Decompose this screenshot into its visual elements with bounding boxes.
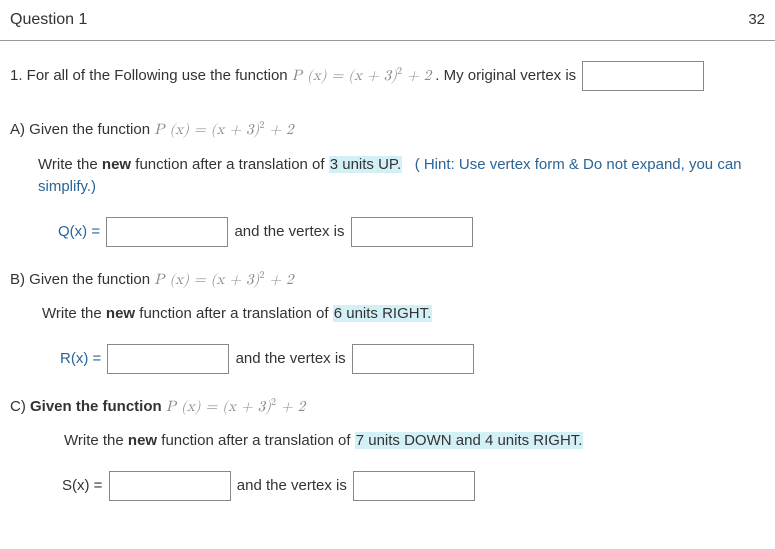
part-c-write-bold: new: [128, 432, 157, 449]
r-prefix: R(x) =: [60, 349, 105, 366]
part-a-write-prefix: Write the: [38, 156, 102, 173]
part-c-vertex-input[interactable]: [353, 471, 475, 501]
intro-suffix: . My original vertex is: [435, 67, 580, 84]
part-c-write-suffix: function after a translation of: [157, 432, 355, 449]
part-b-lead-text: B) Given the function: [10, 271, 154, 288]
part-b-write-prefix: Write the: [42, 305, 106, 322]
part-a-answer-row: Q(x) = and the vertex is: [10, 217, 765, 247]
part-a-write-suffix: function after a translation of: [131, 156, 329, 173]
part-b-instruction: Write the new function after a translati…: [10, 303, 765, 326]
part-b-vertex-label: and the vertex is: [236, 349, 350, 366]
part-c: C) Given the function P (x) = (x + 3)2 +…: [10, 396, 765, 501]
question-content: 1. For all of the Following use the func…: [0, 41, 775, 533]
intro-row: 1. For all of the Following use the func…: [10, 61, 765, 91]
part-c-vertex-label: and the vertex is: [237, 476, 351, 493]
part-a-lead: A) Given the function P (x) = (x + 3)2 +…: [10, 119, 765, 142]
part-b-write-bold: new: [106, 305, 135, 322]
part-a-formula: P (x) = (x + 3)2 + 2: [154, 122, 293, 137]
part-a-translation: 3 units UP.: [329, 156, 402, 173]
part-b-answer-row: R(x) = and the vertex is: [10, 344, 765, 374]
part-a-instruction: Write the new function after a translati…: [10, 154, 765, 199]
part-b-vertex-input[interactable]: [352, 344, 474, 374]
part-a-vertex-input[interactable]: [351, 217, 473, 247]
rx-input[interactable]: [107, 344, 229, 374]
part-c-instruction: Write the new function after a translati…: [10, 430, 765, 453]
part-b-lead: B) Given the function P (x) = (x + 3)2 +…: [10, 269, 765, 292]
part-c-write-prefix: Write the: [64, 432, 128, 449]
part-c-lead: C) Given the function P (x) = (x + 3)2 +…: [10, 396, 765, 419]
part-c-answer-row: S(x) = and the vertex is: [10, 471, 765, 501]
intro-formula: P (x) = (x + 3)2 + 2: [292, 68, 431, 83]
s-prefix: S(x) =: [62, 476, 107, 493]
intro-prefix: 1. For all of the Following use the func…: [10, 67, 292, 84]
part-a: A) Given the function P (x) = (x + 3)2 +…: [10, 119, 765, 247]
question-title: Question 1: [10, 8, 87, 32]
part-b-translation: 6 units RIGHT.: [333, 305, 433, 322]
part-a-lead-text: A) Given the function: [10, 121, 154, 138]
part-a-write-bold: new: [102, 156, 131, 173]
q-prefix: Q(x) =: [58, 222, 104, 239]
part-c-lead-bold: Given the function: [30, 398, 166, 415]
question-header: Question 1 32: [0, 0, 775, 41]
question-points: 32: [748, 9, 765, 32]
part-c-translation: 7 units DOWN and 4 units RIGHT.: [355, 432, 584, 449]
qx-input[interactable]: [106, 217, 228, 247]
part-b-formula: P (x) = (x + 3)2 + 2: [154, 272, 293, 287]
part-b-write-suffix: function after a translation of: [135, 305, 333, 322]
part-a-vertex-label: and the vertex is: [234, 222, 348, 239]
part-c-formula: P (x) = (x + 3)2 + 2: [166, 399, 305, 414]
sx-input[interactable]: [109, 471, 231, 501]
part-c-lead-text: C): [10, 398, 30, 415]
part-b: B) Given the function P (x) = (x + 3)2 +…: [10, 269, 765, 374]
original-vertex-input[interactable]: [582, 61, 704, 91]
